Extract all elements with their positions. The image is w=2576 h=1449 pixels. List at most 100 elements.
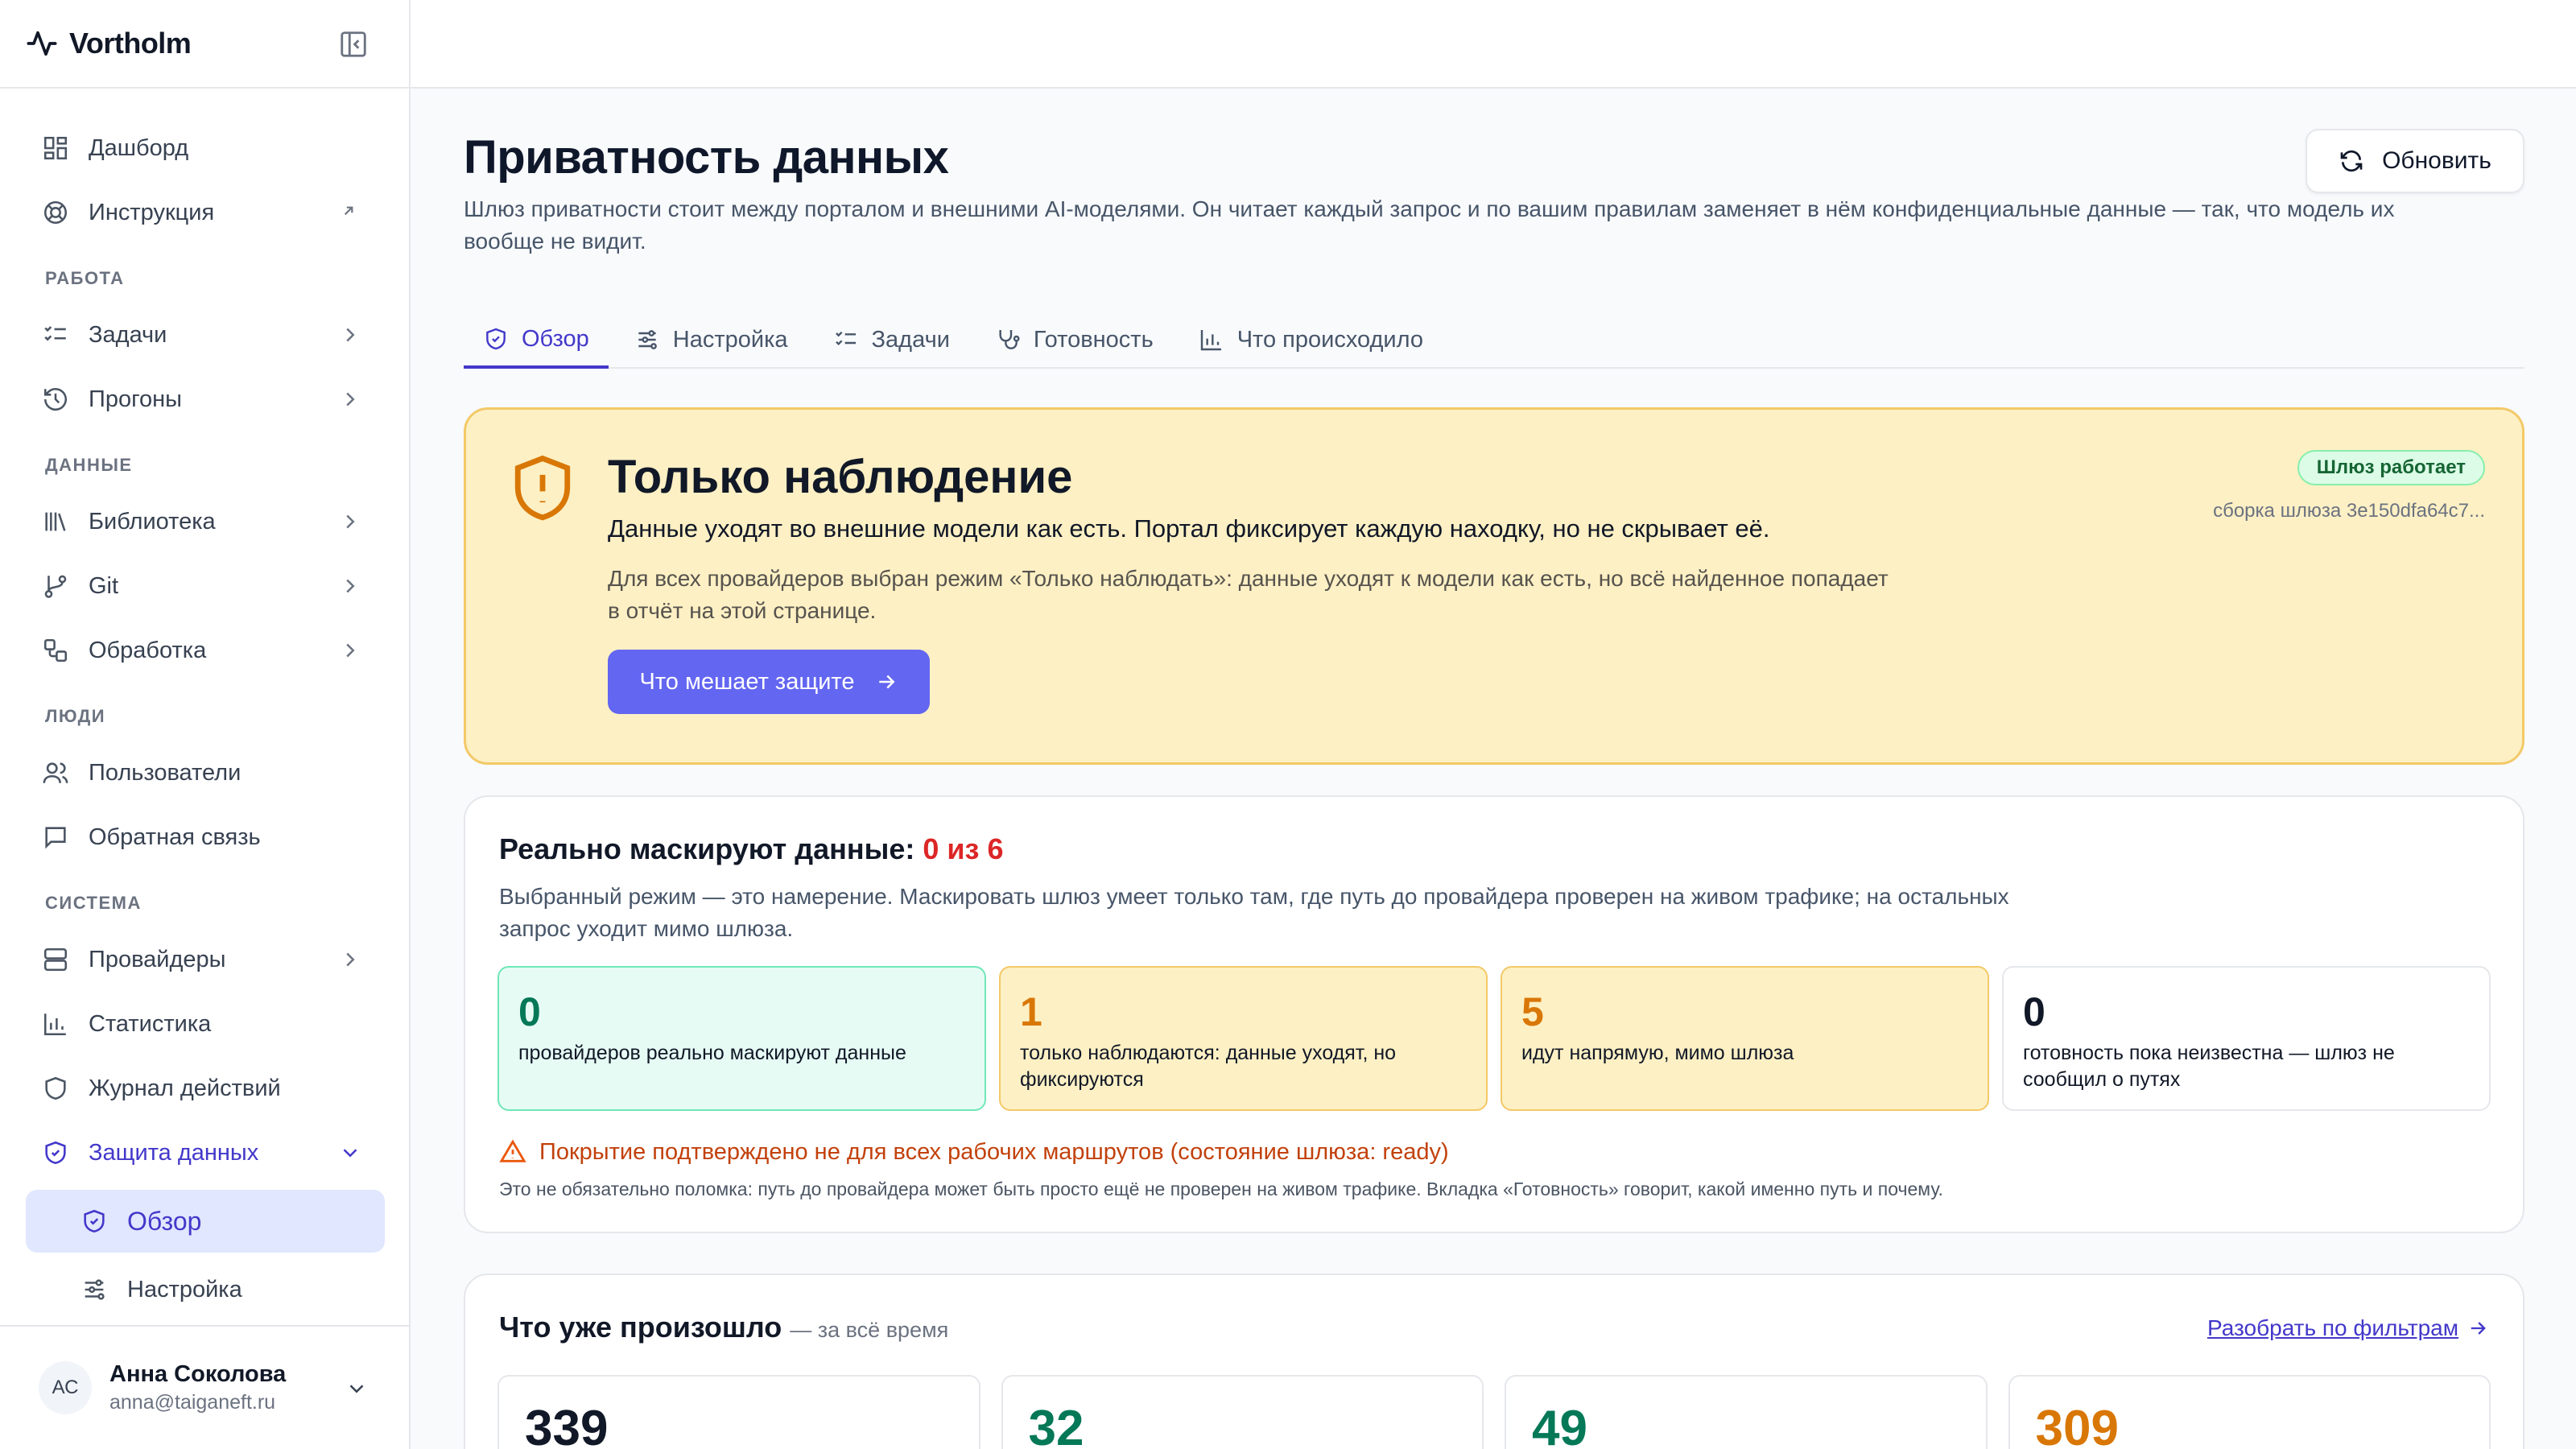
history-card: Что уже произошло — за всё время Разобра… [464, 1274, 2524, 1449]
sidebar-item-label: Git [89, 572, 119, 599]
history-stat-tile: 49 [1505, 1375, 1988, 1449]
tab-label: Настройка [672, 326, 788, 353]
chevron-right-icon [338, 323, 362, 347]
tab-bar: Обзор Настройка Задачи Готовность Что пр… [464, 312, 2524, 369]
history-stats: 339 32 49 309 [497, 1375, 2491, 1449]
user-email: anna@taiganeft.ru [109, 1391, 276, 1414]
bar-chart-icon [1199, 327, 1224, 353]
sidebar-item-providers[interactable]: Провайдеры [26, 932, 385, 987]
arrow-right-icon [2467, 1317, 2489, 1340]
brand-name[interactable]: Vortholm [69, 27, 192, 60]
warning-triangle-icon [499, 1138, 526, 1166]
masking-stats: 0 провайдеров реально маскируют данные 1… [497, 966, 2491, 1111]
avatar: АС [39, 1361, 92, 1414]
workflow-icon [42, 637, 69, 664]
sidebar-subitem-settings[interactable]: Настройка [26, 1262, 385, 1317]
protection-blockers-button[interactable]: Что мешает защите [608, 650, 930, 714]
sidebar-item-label: Прогоны [89, 386, 183, 412]
masking-card: Реально маскируют данные: 0 из 6 Выбранн… [464, 795, 2524, 1233]
sidebar-subitem-overview[interactable]: Обзор [26, 1190, 385, 1253]
stat-value: 0 [2023, 989, 2046, 1034]
tab-readiness[interactable]: Готовность [976, 312, 1173, 367]
sidebar: Vortholm Дашборд Инструкция РАБОТА Задач… [0, 0, 411, 1449]
stat-label: готовность пока неизвестна — шлюз не соо… [2023, 1042, 2395, 1091]
chevron-right-icon [338, 638, 362, 663]
sliders-icon [80, 1276, 108, 1303]
refresh-icon [2339, 148, 2364, 174]
chevron-right-icon [338, 947, 362, 972]
lifebuoy-icon [42, 199, 69, 226]
masking-title-text: Реально маскируют данные: [499, 832, 915, 865]
brand-header: Vortholm [0, 0, 409, 89]
sidebar-item-users[interactable]: Пользователи [26, 745, 385, 800]
history-title-text: Что уже произошло [499, 1311, 782, 1344]
filter-breakdown-link[interactable]: Разобрать по фильтрам [2207, 1315, 2489, 1341]
stat-value: 5 [1521, 989, 1544, 1034]
status-badge: Шлюз работает [2297, 450, 2485, 485]
page-description: Шлюз приватности стоит между порталом и … [464, 196, 2395, 254]
message-square-icon [42, 824, 69, 851]
collapse-sidebar-icon[interactable] [338, 29, 369, 60]
user-menu[interactable]: АС Анна Соколова anna@taiganeft.ru [0, 1325, 409, 1449]
list-check-icon [42, 321, 69, 349]
shield-icon [42, 1075, 69, 1102]
stat-tile: 0 готовность пока неизвестна — шлюз не с… [2002, 966, 2491, 1111]
history-stat-tile: 339 [497, 1375, 980, 1449]
shield-alert-icon [510, 452, 576, 526]
sidebar-item-label: Пользователи [89, 759, 242, 786]
history-title: Что уже произошло — за всё время [499, 1311, 948, 1344]
sidebar-item-dashboard[interactable]: Дашборд [26, 121, 385, 175]
shield-check-icon [483, 326, 509, 352]
tab-overview[interactable]: Обзор [464, 312, 609, 369]
sidebar-item-statistics[interactable]: Статистика [26, 997, 385, 1051]
page-title: Приватность данных [464, 131, 949, 184]
sidebar-item-data-protection[interactable]: Защита данных [26, 1125, 385, 1180]
history-icon [42, 386, 69, 413]
sidebar-item-library[interactable]: Библиотека [26, 494, 385, 549]
sidebar-item-label: Статистика [89, 1010, 212, 1037]
coverage-warning: Покрытие подтверждено не для всех рабочи… [499, 1138, 1449, 1166]
library-icon [42, 508, 69, 535]
sidebar-item-label: Обратная связь [89, 824, 261, 850]
sidebar-item-feedback[interactable]: Обратная связь [26, 810, 385, 865]
history-stat-tile: 309 [2008, 1375, 2491, 1449]
button-label: Что мешает защите [639, 668, 855, 695]
sliders-icon [634, 327, 660, 353]
chevron-right-icon [338, 574, 362, 598]
masking-title: Реально маскируют данные: 0 из 6 [499, 832, 1003, 866]
link-label: Разобрать по фильтрам [2207, 1315, 2458, 1340]
stat-value: 1 [1020, 989, 1042, 1034]
tab-history[interactable]: Что происходило [1179, 312, 1443, 367]
sidebar-item-processing[interactable]: Обработка [26, 623, 385, 678]
user-info: Анна Соколова anna@taiganeft.ru [109, 1361, 286, 1414]
shield-check-icon [80, 1208, 108, 1235]
git-branch-icon [42, 572, 69, 600]
sidebar-item-instructions[interactable]: Инструкция [26, 185, 385, 240]
history-stat-value: 32 [1028, 1401, 1084, 1449]
nav-section-title: ДАННЫЕ [45, 455, 133, 475]
tab-tasks[interactable]: Задачи [814, 312, 969, 367]
refresh-button[interactable]: Обновить [2306, 129, 2524, 193]
history-stat-tile: 32 [1001, 1375, 1484, 1449]
banner-title: Только наблюдение [608, 451, 1073, 503]
sidebar-item-git[interactable]: Git [26, 559, 385, 613]
sidebar-item-tasks[interactable]: Задачи [26, 308, 385, 362]
bar-chart-icon [42, 1010, 69, 1038]
external-link-icon [338, 200, 362, 225]
chevron-down-icon [338, 1141, 362, 1165]
stethoscope-icon [995, 327, 1021, 353]
tab-settings[interactable]: Настройка [615, 312, 807, 367]
banner-subtitle: Данные уходят во внешние модели как есть… [608, 514, 1770, 543]
sidebar-item-label: Настройка [127, 1276, 242, 1302]
sidebar-item-audit-log[interactable]: Журнал действий [26, 1061, 385, 1116]
stat-value: 0 [518, 989, 541, 1034]
stat-tile: 0 провайдеров реально маскируют данные [497, 966, 986, 1111]
mode-banner: Только наблюдение Данные уходят во внешн… [464, 407, 2524, 765]
nav-section-title: РАБОТА [45, 268, 125, 288]
tab-label: Задачи [871, 326, 950, 353]
sidebar-item-label: Задачи [89, 321, 167, 348]
sidebar-nav: Дашборд Инструкция РАБОТА Задачи Прогоны… [26, 121, 385, 1327]
history-stat-value: 339 [525, 1401, 609, 1449]
sidebar-item-runs[interactable]: Прогоны [26, 372, 385, 427]
stat-tile: 1 только наблюдаются: данные уходят, но … [999, 966, 1488, 1111]
